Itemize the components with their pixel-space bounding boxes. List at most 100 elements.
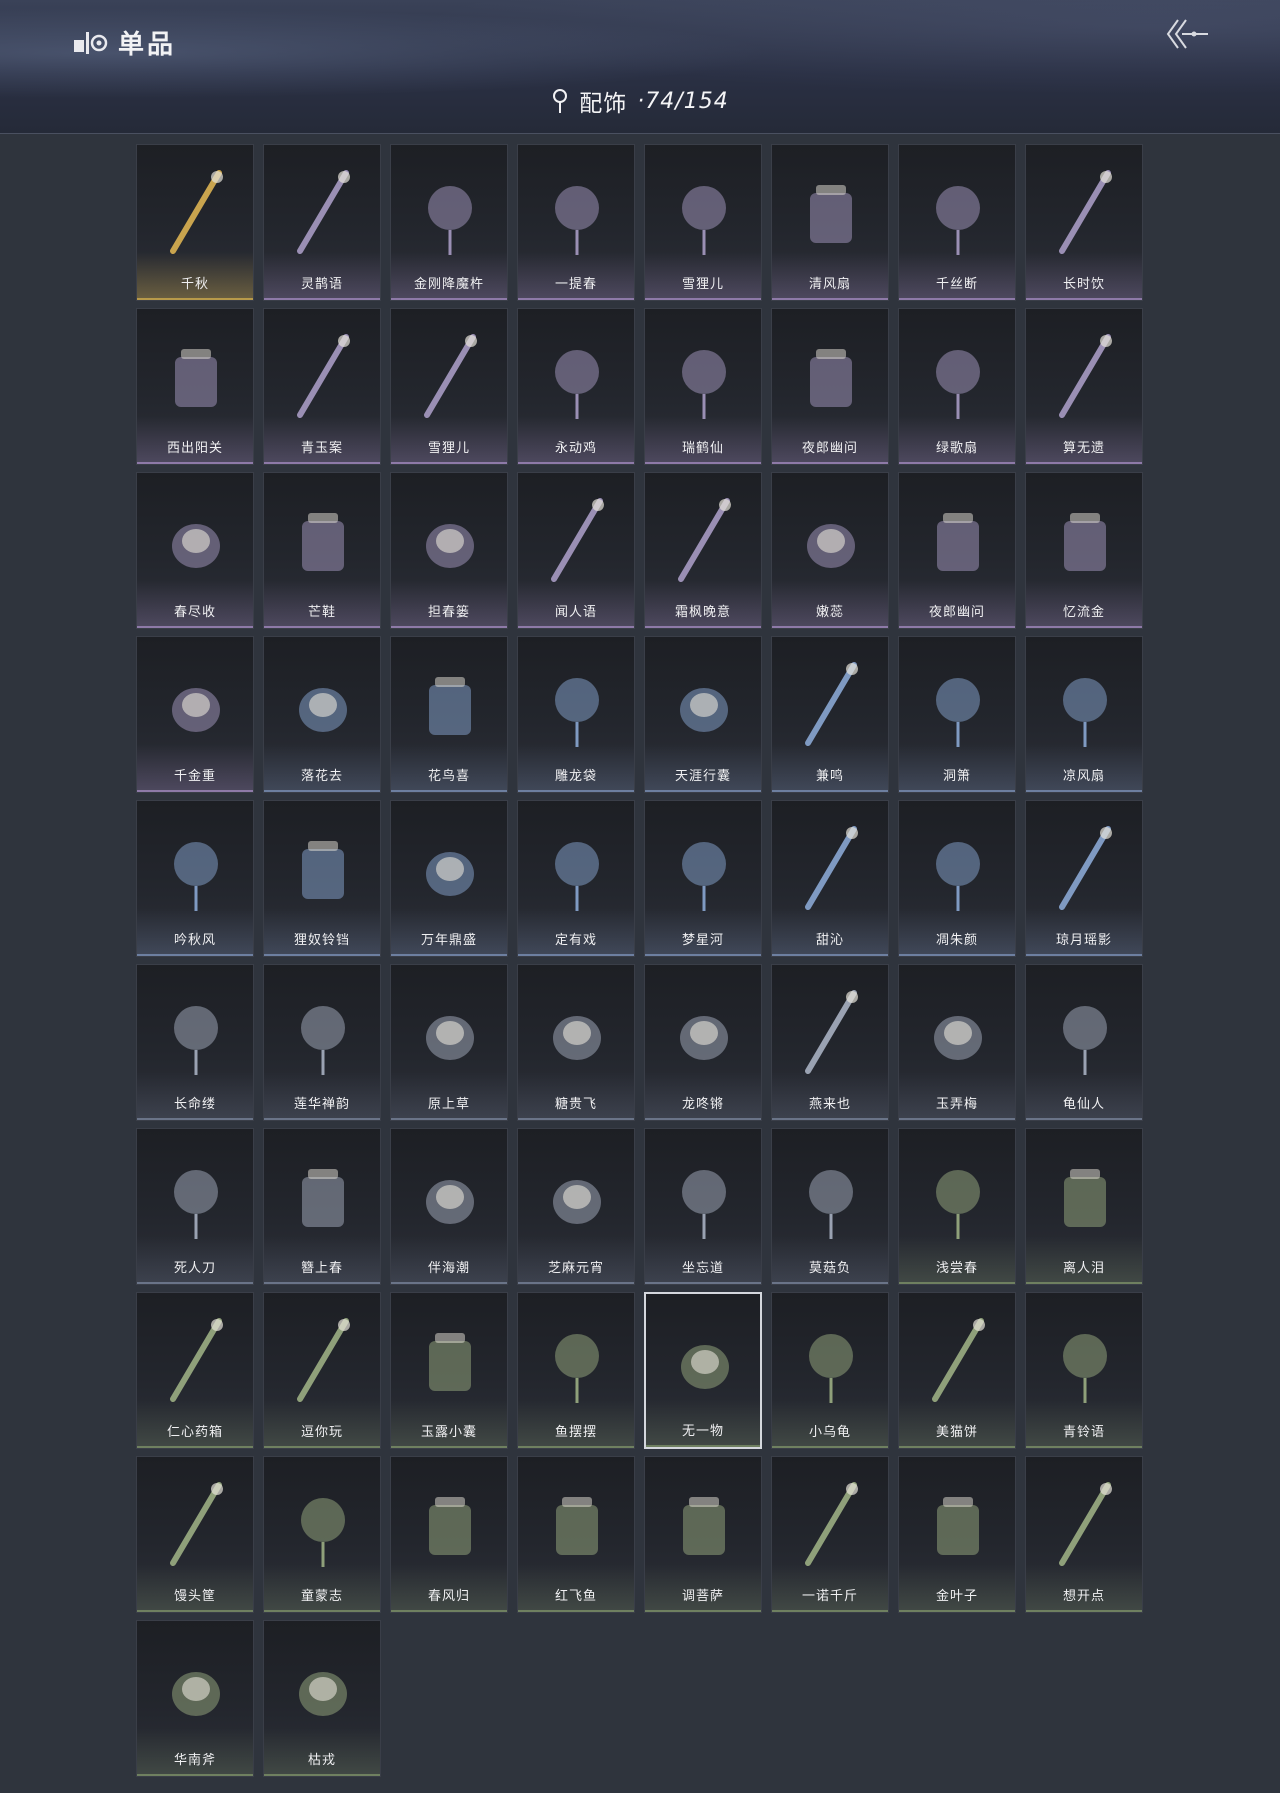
item-card[interactable]: 清风扇 [771,144,889,301]
item-card[interactable]: 天涯行囊 [644,636,762,793]
item-card[interactable]: 雕龙袋 [517,636,635,793]
item-card[interactable]: 绿歌扇 [898,308,1016,465]
item-name: 簪上春 [300,1261,343,1276]
wind-bell-icon [1050,1311,1120,1411]
item-card[interactable]: 夜郎幽问 [898,472,1016,629]
item-card[interactable]: 琼月瑶影 [1025,800,1143,957]
item-name: 馒头筐 [173,1589,216,1604]
item-card[interactable]: 芒鞋 [263,472,381,629]
item-card[interactable]: 霜枫晚意 [644,472,762,629]
item-card[interactable]: 童蒙志 [263,1456,381,1613]
item-card[interactable]: 浅尝春 [898,1128,1016,1285]
item-card[interactable]: 千金重 [136,636,254,793]
item-card[interactable]: 死人刀 [136,1128,254,1285]
item-name: 灵鹊语 [300,277,343,292]
item-card[interactable]: 小乌龟 [771,1292,889,1449]
brand: 单品 [72,24,176,61]
item-name: 玉弄梅 [935,1097,978,1112]
item-card[interactable]: 龙咚锵 [644,964,762,1121]
item-card[interactable]: 一诺千斤 [771,1456,889,1613]
rooster-icon [542,327,612,427]
item-card[interactable]: 兼鸣 [771,636,889,793]
mask-icon [669,1147,739,1247]
bundle-icon [669,655,739,755]
item-card[interactable]: 灵鹊语 [263,144,381,301]
item-card[interactable]: 青玉案 [263,308,381,465]
swallow-icon [796,983,866,1083]
item-card[interactable]: 调菩萨 [644,1456,762,1613]
item-card[interactable]: 嫩蕊 [771,472,889,629]
item-card[interactable]: 龟仙人 [1025,964,1143,1121]
item-card[interactable]: 莫菇负 [771,1128,889,1285]
item-card[interactable]: 春尽收 [136,472,254,629]
fan-icon [796,163,866,263]
item-name: 美猫饼 [935,1425,978,1440]
item-card[interactable]: 青铃语 [1025,1292,1143,1449]
item-card[interactable]: 长时饮 [1025,144,1143,301]
item-card[interactable]: 燕来也 [771,964,889,1121]
item-card[interactable]: 原上草 [390,964,508,1121]
item-card[interactable]: 红飞鱼 [517,1456,635,1613]
panda-icon [542,1147,612,1247]
item-card[interactable]: 花鸟喜 [390,636,508,793]
item-card[interactable]: 金刚降魔杵 [390,144,508,301]
item-card[interactable]: 枯戎 [263,1620,381,1777]
maple-icon [669,491,739,591]
item-card[interactable]: 金叶子 [898,1456,1016,1613]
item-card[interactable]: 定有戏 [517,800,635,957]
item-card[interactable]: 狸奴铃铛 [263,800,381,957]
item-card[interactable]: 长命缕 [136,964,254,1121]
back-arrow-icon[interactable] [1164,14,1212,54]
item-card[interactable]: 凉风扇 [1025,636,1143,793]
item-card[interactable]: 华南斧 [136,1620,254,1777]
item-card[interactable]: 玉露小囊 [390,1292,508,1449]
item-card[interactable]: 夜郎幽问 [771,308,889,465]
item-card[interactable]: 雪狸儿 [644,144,762,301]
item-card[interactable]: 西出阳关 [136,308,254,465]
gold-bird-icon [161,655,231,755]
item-card[interactable]: 簪上春 [263,1128,381,1285]
item-name: 担春篓 [427,605,470,620]
item-card[interactable]: 鱼摆摆 [517,1292,635,1449]
item-card[interactable]: 春风归 [390,1456,508,1613]
item-card[interactable]: 一提春 [517,144,635,301]
item-card[interactable]: 甜沁 [771,800,889,957]
item-name: 芒鞋 [307,605,336,620]
gold-leaf-icon [923,1475,993,1575]
candy-icon [796,819,866,919]
item-card[interactable]: 闻人语 [517,472,635,629]
item-card[interactable]: 担春篓 [390,472,508,629]
item-card[interactable]: 馒头筐 [136,1456,254,1613]
item-card[interactable]: 算无遗 [1025,308,1143,465]
item-card[interactable]: 吟秋风 [136,800,254,957]
item-name: 凋朱颜 [935,933,978,948]
item-card[interactable]: 忆流金 [1025,472,1143,629]
item-name: 莫菇负 [808,1261,851,1276]
item-card[interactable]: 千秋 [136,144,254,301]
item-card[interactable]: 离人泪 [1025,1128,1143,1285]
item-card[interactable]: 瑞鹤仙 [644,308,762,465]
item-card[interactable]: 想开点 [1025,1456,1143,1613]
item-card[interactable]: 芝麻元宵 [517,1128,635,1285]
item-card[interactable]: 伴海潮 [390,1128,508,1285]
item-card[interactable]: 莲华禅韵 [263,964,381,1121]
item-card[interactable]: 逗你玩 [263,1292,381,1449]
steamer-icon [161,1475,231,1575]
item-card[interactable]: 仁心药箱 [136,1292,254,1449]
location-pin-icon [553,89,568,113]
branch-icon [288,1639,358,1739]
item-card[interactable]: 洞箫 [898,636,1016,793]
item-card[interactable]: 美猫饼 [898,1292,1016,1449]
item-card[interactable]: 坐忘道 [644,1128,762,1285]
item-card[interactable]: 千丝断 [898,144,1016,301]
item-name: 长时饮 [1062,277,1105,292]
item-card[interactable]: 永动鸡 [517,308,635,465]
item-card[interactable]: 万年鼎盛 [390,800,508,957]
item-card[interactable]: 梦星河 [644,800,762,957]
item-card[interactable]: 落花去 [263,636,381,793]
item-card[interactable]: 无一物 [644,1292,762,1449]
item-card[interactable]: 凋朱颜 [898,800,1016,957]
item-card[interactable]: 雪狸儿 [390,308,508,465]
item-card[interactable]: 玉弄梅 [898,964,1016,1121]
item-card[interactable]: 糖贵飞 [517,964,635,1121]
